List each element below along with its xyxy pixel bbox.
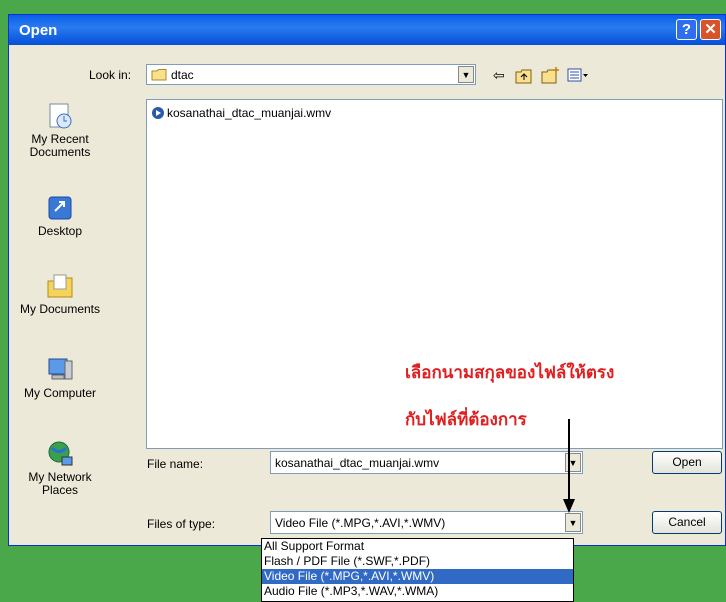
type-option[interactable]: Audio File (*.MP3,*.WAV,*.WMA) — [262, 584, 573, 599]
network-places-icon — [48, 441, 73, 466]
title-bar[interactable]: Open ? ✕ — [9, 15, 725, 45]
up-folder-icon[interactable] — [515, 68, 533, 84]
open-button[interactable]: Open — [652, 451, 722, 474]
views-menu-icon[interactable] — [567, 68, 589, 82]
look-in-label: Look in: — [89, 68, 132, 82]
folder-icon — [151, 69, 167, 81]
back-arrow-icon[interactable]: ⇦ — [493, 67, 505, 84]
place-my-computer[interactable]: My Computer — [13, 355, 107, 400]
cancel-button[interactable]: Cancel — [652, 511, 722, 534]
open-dialog: Open ? ✕ Look in: dtac ▼ ⇦ My Recent Doc… — [8, 14, 726, 546]
look-in-combo[interactable]: dtac ▼ — [146, 64, 476, 85]
place-network-places[interactable]: My Network Places — [13, 439, 107, 497]
file-name-label: File name: — [147, 457, 204, 471]
file-name-value: kosanathai_dtac_muanjai.wmv — [275, 456, 440, 470]
file-name-input[interactable]: kosanathai_dtac_muanjai.wmv ▼ — [270, 451, 583, 474]
annotation-arrow — [563, 419, 575, 513]
type-option-selected[interactable]: Video File (*.MPG,*.AVI,*.WMV) — [262, 569, 573, 584]
place-label: My Computer — [23, 386, 97, 400]
file-type-value: Video File (*.MPG,*.AVI,*.WMV) — [275, 516, 446, 530]
window-title: Open — [19, 22, 58, 39]
place-my-documents[interactable]: My Documents — [13, 271, 107, 316]
place-label: My Recent Documents — [29, 132, 91, 159]
look-in-dropdown-button[interactable]: ▼ — [458, 66, 474, 83]
place-desktop[interactable]: Desktop — [13, 193, 107, 238]
my-computer-icon — [48, 358, 73, 380]
file-list[interactable]: kosanathai_dtac_muanjai.wmv — [146, 99, 723, 449]
my-documents-icon — [47, 274, 73, 298]
file-item[interactable]: kosanathai_dtac_muanjai.wmv — [151, 106, 331, 120]
file-type-dropdown-list: All Support Format Flash / PDF File (*.S… — [261, 538, 574, 602]
recent-documents-icon — [49, 103, 72, 129]
new-folder-icon[interactable] — [541, 66, 561, 84]
desktop-icon — [48, 196, 72, 220]
video-file-icon — [152, 107, 164, 119]
type-option[interactable]: All Support Format — [262, 539, 573, 554]
look-in-value: dtac — [171, 68, 194, 82]
annotation-line-2: กับไฟล์ที่ต้องการ — [405, 410, 527, 430]
file-item-name: kosanathai_dtac_muanjai.wmv — [167, 106, 332, 120]
type-option[interactable]: Flash / PDF File (*.SWF,*.PDF) — [262, 554, 573, 569]
help-button[interactable]: ? — [676, 19, 697, 40]
place-label: Desktop — [37, 224, 83, 238]
annotation-line-1: เลือกนามสกุลของไฟล์ให้ตรง — [405, 363, 615, 383]
place-recent-documents[interactable]: My Recent Documents — [13, 101, 107, 159]
place-label: My Documents — [19, 302, 101, 316]
place-label: My Network Places — [28, 470, 92, 497]
close-button[interactable]: ✕ — [700, 19, 721, 40]
file-type-select[interactable]: Video File (*.MPG,*.AVI,*.WMV) ▼ — [270, 511, 583, 534]
file-type-label: Files of type: — [147, 517, 216, 531]
